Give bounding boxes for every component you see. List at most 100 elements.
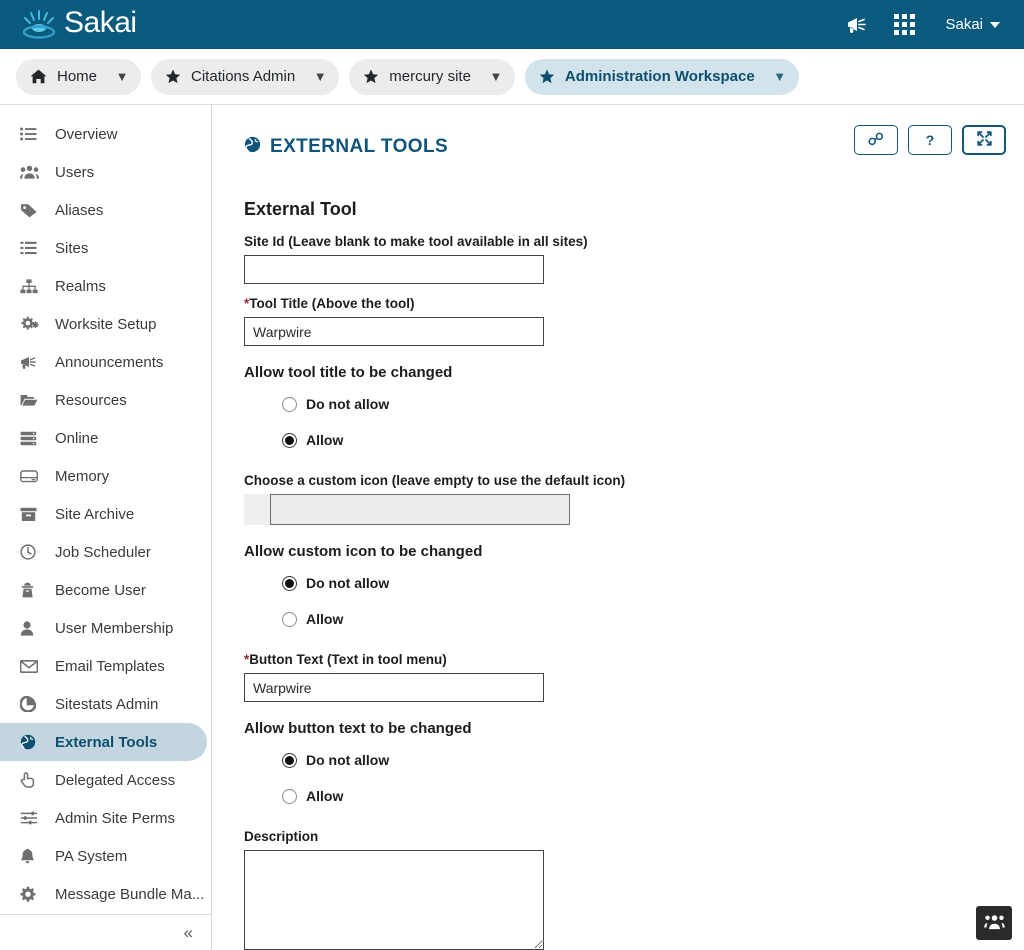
radio-button[interactable] bbox=[282, 752, 297, 768]
chevron-down-icon bbox=[990, 21, 1000, 28]
button-text-input[interactable] bbox=[244, 673, 544, 703]
tool-title-input[interactable] bbox=[244, 317, 544, 347]
sidebar-item-label: Job Scheduler bbox=[55, 543, 151, 561]
radio-button[interactable] bbox=[282, 575, 297, 591]
sidebar-item-delegated-access[interactable]: Delegated Access bbox=[0, 761, 207, 799]
sidebar-item-site-archive[interactable]: Site Archive bbox=[0, 495, 207, 533]
form-heading: External Tool bbox=[244, 199, 357, 220]
field-tool-title: *Tool Title (Above the tool) bbox=[244, 296, 1006, 347]
sidebar-item-pa-system[interactable]: PA System bbox=[0, 837, 207, 875]
radio-button[interactable] bbox=[282, 788, 297, 804]
header-right-actions: Sakai bbox=[844, 12, 1010, 37]
sidebar-item-become-user[interactable]: Become User bbox=[0, 571, 207, 609]
star-icon bbox=[539, 69, 555, 84]
site-tab-citations-admin[interactable]: Citations Admin ▼ bbox=[151, 58, 340, 95]
envelope-icon bbox=[20, 659, 44, 673]
fullscreen-button[interactable] bbox=[962, 125, 1006, 155]
brand-title: Sakai bbox=[64, 6, 137, 39]
file-prefix-box bbox=[244, 494, 270, 526]
allow-custom-icon-option-allow[interactable]: Allow bbox=[282, 604, 1006, 634]
sidebar-item-sites[interactable]: Sites bbox=[0, 229, 207, 267]
custom-icon-input[interactable] bbox=[270, 494, 570, 526]
bell-icon bbox=[20, 848, 44, 864]
sidebar-item-aliases[interactable]: Aliases bbox=[0, 191, 207, 229]
sidebar-item-label: Site Archive bbox=[55, 505, 135, 523]
site-tab-administration-workspace[interactable]: Administration Workspace ▼ bbox=[524, 58, 799, 95]
user-menu-button[interactable]: Sakai bbox=[939, 15, 1006, 34]
custom-icon-label: Choose a custom icon (leave empty to use… bbox=[244, 473, 626, 489]
question-mark-icon: ? bbox=[925, 132, 935, 148]
tool-title-label: *Tool Title (Above the tool) bbox=[244, 296, 1006, 311]
field-custom-icon: Choose a custom icon (leave empty to use… bbox=[244, 473, 1006, 526]
sidebar-item-job-scheduler[interactable]: Job Scheduler bbox=[0, 533, 207, 571]
help-button[interactable]: ? bbox=[908, 125, 952, 155]
sidebar-item-online[interactable]: Online bbox=[0, 419, 207, 457]
megaphone-icon[interactable] bbox=[844, 13, 870, 37]
sidebar-item-resources[interactable]: Resources bbox=[0, 381, 207, 419]
radio-button[interactable] bbox=[282, 611, 297, 627]
page-title: EXTERNAL TOOLS bbox=[232, 136, 448, 159]
grid-apps-icon[interactable] bbox=[892, 12, 917, 37]
folder-open-icon bbox=[20, 393, 44, 407]
sidebar-item-overview[interactable]: Overview bbox=[0, 115, 207, 153]
chevron-down-icon[interactable]: ▼ bbox=[767, 70, 793, 83]
site-tab-home[interactable]: Home ▼ bbox=[16, 58, 142, 95]
sidebar-item-label: Delegated Access bbox=[55, 771, 176, 789]
page-title-text: EXTERNAL TOOLS bbox=[270, 136, 449, 158]
user-menu-label: Sakai bbox=[945, 16, 983, 33]
chevron-down-icon[interactable]: ▼ bbox=[483, 70, 509, 83]
sidebar-item-email-templates[interactable]: Email Templates bbox=[0, 647, 207, 685]
allow-custom-icon-group-label: Allow custom icon to be changed bbox=[244, 543, 483, 561]
expand-arrows-icon bbox=[976, 130, 993, 150]
external-tool-form: External Tool Site Id (Leave blank to ma… bbox=[232, 171, 1006, 950]
bullhorn-icon bbox=[20, 355, 44, 370]
sidebar-item-users[interactable]: Users bbox=[0, 153, 207, 191]
hand-pointer-icon bbox=[20, 772, 44, 788]
sidebar-item-user-membership[interactable]: User Membership bbox=[0, 609, 207, 647]
sidebar-item-worksite-setup[interactable]: Worksite Setup bbox=[0, 305, 207, 343]
user-secret-icon bbox=[20, 582, 44, 598]
chevron-down-icon[interactable]: ▼ bbox=[109, 70, 135, 83]
sidebar-item-label: Sites bbox=[55, 239, 89, 257]
chevron-down-icon[interactable]: ▼ bbox=[307, 70, 333, 83]
pie-chart-icon bbox=[20, 696, 44, 712]
site-tab-label: Administration Workspace bbox=[564, 68, 755, 85]
radio-button[interactable] bbox=[282, 432, 297, 448]
sidebar-item-memory[interactable]: Memory bbox=[0, 457, 207, 495]
description-label: Description bbox=[244, 829, 319, 845]
allow-tool-title-option-do-not-allow[interactable]: Do not allow bbox=[282, 389, 1006, 419]
globe-icon bbox=[244, 136, 261, 159]
tool-actions: ? bbox=[854, 123, 1006, 155]
top-header: Sakai Sakai bbox=[0, 0, 1024, 49]
sidebar-item-external-tools[interactable]: External Tools bbox=[0, 723, 207, 761]
button-text-label-text: Button Text (Text in tool menu) bbox=[249, 652, 447, 668]
site-id-label: Site Id (Leave blank to make tool availa… bbox=[244, 234, 588, 250]
sidebar-item-admin-site-perms[interactable]: Admin Site Perms bbox=[0, 799, 207, 837]
allow-tool-title-option-allow[interactable]: Allow bbox=[282, 425, 1006, 455]
sidebar-item-label: Online bbox=[55, 429, 99, 447]
radio-button[interactable] bbox=[282, 396, 297, 412]
allow-custom-icon-option-do-not-allow[interactable]: Do not allow bbox=[282, 568, 1006, 598]
site-tab-label: Home bbox=[57, 68, 98, 85]
site-tab-mercury-site[interactable]: mercury site ▼ bbox=[349, 58, 515, 95]
sidebar-item-realms[interactable]: Realms bbox=[0, 267, 207, 305]
radio-label: Do not allow bbox=[306, 575, 390, 592]
description-textarea[interactable] bbox=[244, 850, 544, 950]
sidebar-item-message-bundle-manager[interactable]: Message Bundle Ma... bbox=[0, 875, 207, 913]
sidebar-item-label: Announcements bbox=[55, 353, 164, 371]
archive-box-icon bbox=[20, 507, 44, 522]
site-id-input[interactable] bbox=[244, 255, 544, 285]
page-layout: Overview Users Aliases Sites Realms Work… bbox=[0, 105, 1024, 950]
site-tab-label: Citations Admin bbox=[191, 68, 296, 85]
sidebar-item-announcements[interactable]: Announcements bbox=[0, 343, 207, 381]
allow-button-text-option-do-not-allow[interactable]: Do not allow bbox=[282, 745, 1006, 775]
permalink-button[interactable] bbox=[854, 125, 898, 155]
site-roster-float-button[interactable] bbox=[976, 906, 1012, 940]
site-tabs-bar: Home ▼ Citations Admin ▼ mercury site ▼ … bbox=[0, 49, 1024, 105]
allow-button-text-option-allow[interactable]: Allow bbox=[282, 781, 1006, 811]
sidebar-item-label: PA System bbox=[55, 847, 128, 865]
sidebar-item-sitestats-admin[interactable]: Sitestats Admin bbox=[0, 685, 207, 723]
sidebar-item-label: Email Templates bbox=[55, 657, 165, 675]
chevron-double-left-icon[interactable]: « bbox=[180, 922, 197, 943]
main-content: EXTERNAL TOOLS ? External Tool Site Id (… bbox=[212, 105, 1024, 950]
